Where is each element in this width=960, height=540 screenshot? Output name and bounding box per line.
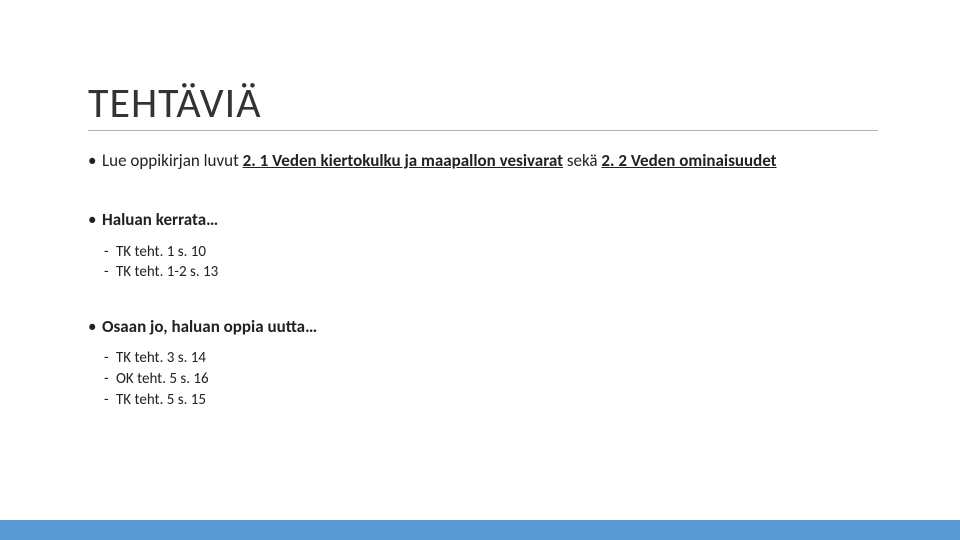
section2-heading: Osaan jo, haluan oppia uutta…	[102, 316, 317, 337]
list-item: TK teht. 1-2 s. 13	[88, 263, 878, 282]
section1-heading: Haluan kerrata…	[102, 209, 218, 230]
spacer	[88, 175, 878, 209]
slide-title: TEHTÄVIÄ	[88, 78, 262, 129]
list-item-text: OK teht. 5 s. 16	[116, 370, 209, 388]
spacer	[88, 282, 878, 316]
list-item-text: TK teht. 5 s. 15	[116, 391, 206, 409]
section2-heading-bullet: Osaan jo, haluan oppia uutta…	[88, 316, 878, 337]
intro-mid: sekä	[563, 150, 601, 171]
bottom-accent-bar	[0, 520, 960, 540]
title-underline	[88, 130, 878, 131]
slide: TEHTÄVIÄ Lue oppikirjan luvut 2. 1 Veden…	[0, 0, 960, 540]
spacer	[88, 235, 878, 241]
intro-bullet: Lue oppikirjan luvut 2. 1 Veden kiertoku…	[88, 150, 878, 171]
list-item: OK teht. 5 s. 16	[88, 370, 878, 389]
section1-heading-bullet: Haluan kerrata…	[88, 209, 878, 230]
slide-content: Lue oppikirjan luvut 2. 1 Veden kiertoku…	[88, 150, 878, 410]
intro-bold2: 2. 2 Veden ominaisuudet	[601, 150, 776, 171]
list-item-text: TK teht. 1-2 s. 13	[116, 263, 218, 281]
list-item-text: TK teht. 3 s. 14	[116, 349, 206, 367]
intro-prefix: Lue oppikirjan luvut	[102, 150, 243, 171]
spacer	[88, 341, 878, 347]
list-item-text: TK teht. 1 s. 10	[116, 243, 206, 261]
list-item: TK teht. 1 s. 10	[88, 243, 878, 262]
list-item: TK teht. 3 s. 14	[88, 349, 878, 368]
list-item: TK teht. 5 s. 15	[88, 391, 878, 410]
intro-bold1: 2. 1 Veden kiertokulku ja maapallon vesi…	[243, 150, 563, 171]
